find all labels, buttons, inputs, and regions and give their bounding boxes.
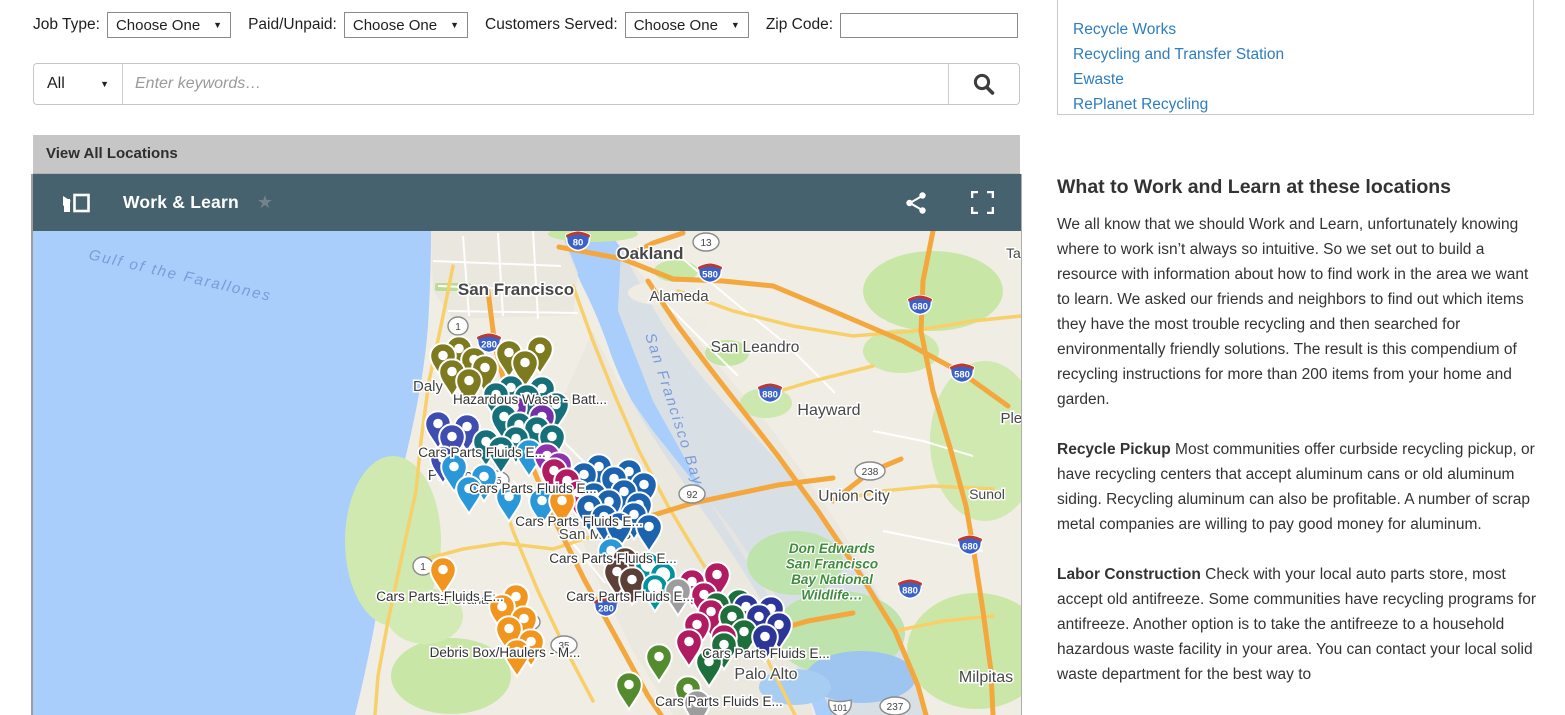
map-area-label: San Francisco [786,557,878,572]
map-city-label: Milpitas [959,669,1013,686]
map-widget: Work & Learn ★ San Francisco Oakland Ala… [31,174,1022,715]
share-icon[interactable] [905,191,927,215]
map[interactable]: San Francisco Oakland Alameda San Leandro Ha… [33,231,1021,715]
chevron-down-icon: ▼ [450,20,460,30]
map-area-label: Don Edwards [789,541,876,556]
svg-text:1: 1 [420,562,426,573]
map-pin-label: Cars Parts Fluids E... [515,514,643,529]
paid-unpaid-label: Paid/Unpaid: [248,16,337,33]
map-road-shield: 680 [907,294,933,316]
map-area-label: Wildlife… [801,588,862,603]
search-input[interactable] [123,64,948,104]
map-road-shield: 880 [757,382,783,404]
svg-text:1: 1 [455,322,461,333]
map-city-label: Oakland [616,244,683,263]
search-button[interactable] [948,64,1019,104]
svg-text:680: 680 [962,542,978,553]
map-pin-label: Cars Parts Fluids E... [469,481,597,496]
svg-text:80: 80 [573,238,584,249]
map-city-label: Hayward [797,402,860,419]
svg-text:680: 680 [912,302,928,313]
map-city-label: Alameda [649,288,709,305]
article-heading: What to Work and Learn at these location… [1057,176,1452,198]
map-road-shield: 880 [897,578,923,600]
map-header: Work & Learn ★ [33,174,1021,231]
job-type-label: Job Type: [33,16,100,33]
fullscreen-icon[interactable] [971,191,994,214]
side-panel-icon[interactable] [63,191,90,214]
map-road-shield: 92 [678,484,706,504]
svg-text:237: 237 [887,702,904,713]
map-city-label: San Leandro [711,339,800,356]
chevron-down-icon: ▼ [213,20,223,30]
svg-text:101: 101 [832,703,847,713]
zip-code-label: Zip Code: [765,16,834,33]
zip-code-field[interactable] [840,12,1019,38]
view-all-locations-bar[interactable]: View All Locations [33,135,1020,174]
map-city-label: Tassajara [1006,245,1021,261]
svg-text:880: 880 [762,390,778,401]
map-road-shield: 1 [447,316,469,336]
customers-served-select[interactable]: Choose One ▼ [624,12,749,38]
svg-text:238: 238 [862,467,879,478]
map-city-label: Palo Alto [734,666,797,683]
map-road-shield: 580 [949,362,975,384]
paid-unpaid-select[interactable]: Choose One ▼ [343,12,469,38]
map-city-label: San Francisco [458,280,574,299]
map-pin-label: Cars Parts Fluids E... [418,445,546,460]
customers-served-label: Customers Served: [485,16,618,33]
map-title: Work & Learn [123,192,239,212]
map-city-label: Sunol [969,486,1005,502]
map-pin-label: Cars Parts Fluids E... [566,589,694,604]
related-links-box: Recycle Works Recycling and Transfer Sta… [1057,0,1534,115]
svg-text:92: 92 [686,490,698,501]
link-recycle-works[interactable]: Recycle Works [1073,17,1533,42]
map-road-shield: 580 [697,262,723,284]
map-city-label: Pleasanton [1000,410,1021,427]
chevron-down-icon: ▼ [100,79,109,89]
link-recycling-transfer-station[interactable]: Recycling and Transfer Station [1073,42,1533,67]
search-bar: All ▼ [33,63,1020,105]
map-road-shield: 680 [957,534,983,556]
svg-text:880: 880 [902,586,918,597]
map-road-shield: 238 [854,461,886,481]
map-road-shield: 237 [879,696,911,715]
svg-text:280: 280 [598,604,614,615]
map-area-label: Bay National [791,572,873,587]
map-road-shield: 13 [692,232,720,252]
article-paragraph: Labor Construction Check with your local… [1057,566,1536,683]
map-pin-label: Debris Box/Haulers - M... [430,645,581,660]
map-pin-label: Cars Parts Fluids E... [549,551,677,566]
article: What to Work and Learn at these location… [1057,176,1537,712]
map-pin-label: Hazardous Waste - Batt... [453,392,607,407]
map-pin-label: Cars Parts Fluids E... [376,589,504,604]
map-city-label: Union City [818,488,890,505]
article-paragraph: Recycle Pickup Most communities offer cu… [1057,441,1535,533]
article-paragraph: We all know that we should Work and Lear… [1057,216,1529,408]
svg-text:13: 13 [700,238,712,249]
filter-bar: Job Type: Choose One ▼ Paid/Unpaid: Choo… [33,11,1019,39]
map-pin-label: Cars Parts Fluids E... [702,646,830,661]
chevron-down-icon: ▼ [730,20,740,30]
star-icon[interactable]: ★ [257,192,273,213]
svg-text:580: 580 [702,270,718,281]
search-scope-select[interactable]: All ▼ [34,64,123,104]
map-pin-label: Cars Parts Fluids E... [655,694,783,709]
svg-text:580: 580 [954,370,970,381]
link-ewaste[interactable]: Ewaste [1073,67,1533,92]
map-road-shield: 80 [565,231,591,252]
svg-text:280: 280 [481,340,497,351]
search-icon [973,73,995,95]
link-replanet-recycling[interactable]: RePlanet Recycling [1073,92,1533,117]
page: Job Type: Choose One ▼ Paid/Unpaid: Choo… [0,0,1565,715]
map-canvas[interactable]: San Francisco Oakland Alameda San Leandro Ha… [33,231,1021,715]
job-type-select[interactable]: Choose One ▼ [106,12,232,38]
